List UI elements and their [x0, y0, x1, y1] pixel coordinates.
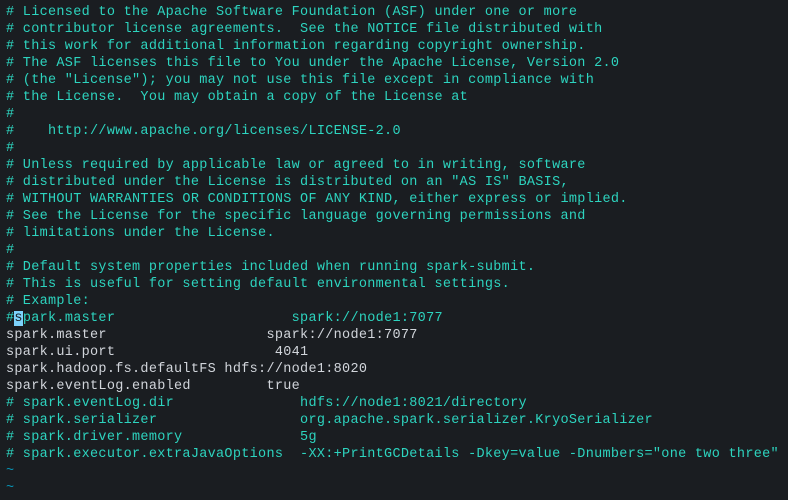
license-line: # — [6, 140, 782, 157]
tilde-line: ~ — [6, 463, 782, 480]
license-line: # contributor license agreements. See th… — [6, 21, 782, 38]
license-line: # — [6, 106, 782, 123]
license-line: # (the "License"); you may not use this … — [6, 72, 782, 89]
license-line: # limitations under the License. — [6, 225, 782, 242]
license-line: # the License. You may obtain a copy of … — [6, 89, 782, 106]
license-line: # See the License for the specific langu… — [6, 208, 782, 225]
commented-config-line: # spark.executor.extraJavaOptions -XX:+P… — [6, 446, 782, 463]
license-line: # Unless required by applicable law or a… — [6, 157, 782, 174]
config-line: spark.master spark://node1:7077 — [6, 327, 782, 344]
commented-config-line: # spark.serializer org.apache.spark.seri… — [6, 412, 782, 429]
config-line: spark.ui.port 4041 — [6, 344, 782, 361]
license-line: # WITHOUT WARRANTIES OR CONDITIONS OF AN… — [6, 191, 782, 208]
description-line: # Default system properties included whe… — [6, 259, 782, 276]
cursor-line: #spark.master spark://node1:7077 — [6, 310, 782, 327]
license-line: # The ASF licenses this file to You unde… — [6, 55, 782, 72]
license-line: # distributed under the License is distr… — [6, 174, 782, 191]
cursor-rest: park.master spark://node1:7077 — [23, 311, 443, 326]
license-line: # Licensed to the Apache Software Founda… — [6, 4, 782, 21]
cursor: s — [14, 311, 22, 326]
license-line: # this work for additional information r… — [6, 38, 782, 55]
editor-viewport[interactable]: # Licensed to the Apache Software Founda… — [6, 4, 782, 497]
tilde-line: ~ — [6, 480, 782, 497]
commented-config-line: # spark.eventLog.dir hdfs://node1:8021/d… — [6, 395, 782, 412]
example-header: # Example: — [6, 293, 782, 310]
config-line: spark.eventLog.enabled true — [6, 378, 782, 395]
config-line: spark.hadoop.fs.defaultFS hdfs://node1:8… — [6, 361, 782, 378]
license-url: # http://www.apache.org/licenses/LICENSE… — [6, 123, 782, 140]
license-line: # — [6, 242, 782, 259]
description-line: # This is useful for setting default env… — [6, 276, 782, 293]
commented-config-line: # spark.driver.memory 5g — [6, 429, 782, 446]
